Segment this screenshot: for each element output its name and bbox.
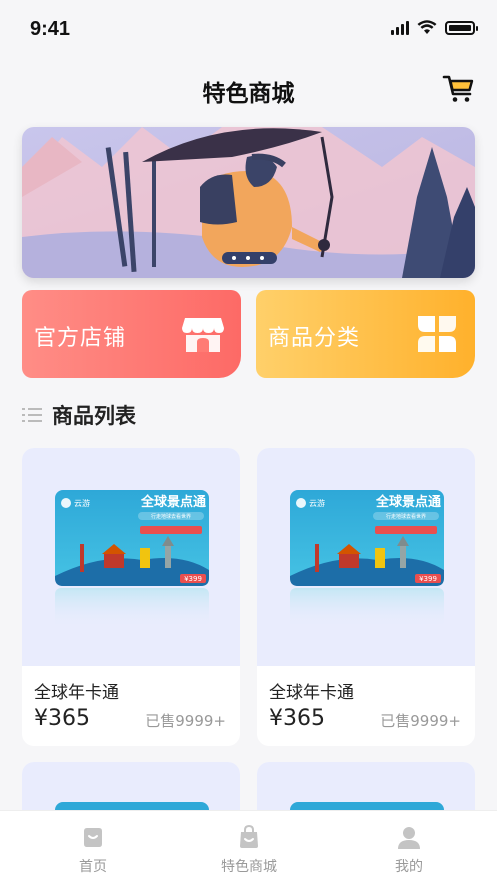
product-image: 云游 全球景点通 行走地球去看世界 ¥399 — [22, 448, 240, 666]
official-store-label: 官方店铺 — [34, 326, 127, 351]
nav-bar: 特色商城 — [0, 64, 497, 114]
product-price: ¥365 — [269, 706, 325, 731]
tab-bar: 首页 特色商城 我的 — [0, 810, 497, 883]
status-bar: 9:41 — [0, 0, 497, 60]
wifi-icon — [417, 20, 437, 34]
tab-label: 首页 — [79, 859, 107, 875]
tab-label: 特色商城 — [221, 859, 277, 875]
list-icon — [22, 408, 42, 422]
page-title: 特色商城 — [202, 81, 295, 107]
svg-text:¥399: ¥399 — [184, 575, 202, 583]
product-sold-count: 已售9999+ — [145, 712, 226, 730]
svg-text:云游: 云游 — [74, 498, 90, 508]
travel-card-image: 云游 全球景点通 行走地球去看世界 ¥399 — [290, 490, 444, 628]
status-icons — [391, 20, 478, 35]
svg-text:行走地球去看世界: 行走地球去看世界 — [151, 513, 191, 520]
travel-card-image: 云游 全球景点通 行走地球去看世界 ¥399 — [55, 490, 209, 628]
battery-icon — [445, 20, 478, 35]
product-price: ¥365 — [34, 706, 90, 731]
banner-illustration — [22, 127, 475, 278]
svg-text:全球景点通: 全球景点通 — [375, 494, 441, 510]
shopping-cart-icon[interactable] — [441, 70, 477, 106]
product-card[interactable]: 云游 全球景点通 行走地球去看世界 ¥399 全球年卡通 ¥365 已售9999… — [257, 448, 475, 746]
user-icon — [398, 827, 420, 849]
product-name: 全球年卡通 — [269, 683, 354, 703]
home-icon — [84, 828, 102, 847]
status-time: 9:41 — [30, 18, 71, 40]
categories-label: 商品分类 — [268, 326, 361, 351]
category-grid-icon — [418, 316, 456, 352]
svg-text:¥399: ¥399 — [419, 575, 437, 583]
tab-label: 我的 — [395, 859, 423, 875]
tab-profile[interactable]: 我的 — [349, 811, 469, 883]
promo-banner[interactable] — [22, 127, 475, 278]
product-list-header: 商品列表 — [22, 400, 136, 430]
product-image: 云游 全球景点通 行走地球去看世界 ¥399 — [257, 448, 475, 666]
cellular-signal-icon — [391, 20, 409, 35]
product-name: 全球年卡通 — [34, 683, 119, 703]
svg-text:全球景点通: 全球景点通 — [140, 494, 206, 510]
product-sold-count: 已售9999+ — [380, 712, 461, 730]
tab-home[interactable]: 首页 — [33, 811, 153, 883]
tab-mall[interactable]: 特色商城 — [189, 811, 309, 883]
product-card[interactable]: 云游 全球景点通 行走地球去看世界 ¥399 全球年卡通 ¥365 已售9999… — [22, 448, 240, 746]
storefront-icon — [182, 318, 224, 352]
section-title: 商品列表 — [52, 404, 136, 428]
shopping-bag-icon — [240, 825, 258, 848]
svg-text:行走地球去看世界: 行走地球去看世界 — [386, 513, 426, 520]
categories-button[interactable]: 商品分类 — [256, 290, 475, 378]
official-store-button[interactable]: 官方店铺 — [22, 290, 241, 378]
svg-text:云游: 云游 — [309, 498, 325, 508]
